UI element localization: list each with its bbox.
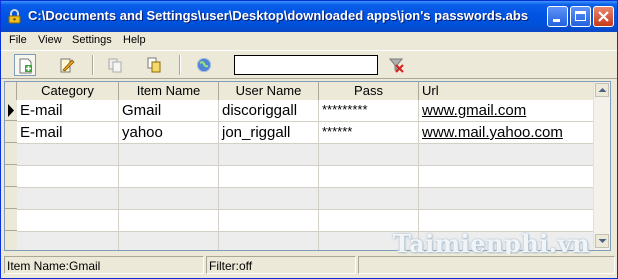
close-icon [598, 11, 609, 22]
table-header: Category Item Name User Name Pass Url [5, 82, 595, 101]
paste-icon [147, 57, 161, 73]
status-bar: Item Name:Gmail Filter:off [1, 254, 617, 278]
copy-icon [108, 58, 122, 73]
status-filter: Filter:off [206, 256, 356, 274]
row-header[interactable] [5, 188, 17, 209]
empty-cell[interactable] [119, 166, 219, 187]
cell-url-link[interactable]: www.gmail.com [419, 100, 595, 121]
menu-file[interactable]: File [9, 34, 27, 46]
empty-cell[interactable] [319, 166, 419, 187]
web-globe-icon [197, 58, 211, 72]
current-row-arrow-icon [8, 104, 14, 117]
cell-category[interactable]: E-mail [17, 122, 119, 143]
scroll-up-button[interactable] [595, 83, 609, 97]
menu-settings[interactable]: Settings [72, 34, 112, 46]
app-window: C:\Documents and Settings\user\Desktop\d… [0, 0, 618, 279]
search-input[interactable] [234, 55, 378, 75]
maximize-button[interactable] [570, 6, 591, 27]
title-bar[interactable]: C:\Documents and Settings\user\Desktop\d… [1, 1, 617, 32]
column-header-pass[interactable]: Pass [319, 82, 419, 100]
minimize-icon [553, 19, 560, 22]
cell-pass[interactable]: ****** [319, 122, 419, 143]
empty-cell[interactable] [119, 210, 219, 231]
row-header[interactable] [5, 210, 17, 231]
menu-help[interactable]: Help [123, 34, 146, 46]
cell-item-name[interactable]: Gmail [119, 100, 219, 121]
table-row[interactable]: E-mail yahoo jon_riggall ****** www.mail… [17, 122, 595, 144]
empty-cell[interactable] [119, 232, 219, 250]
empty-cell[interactable] [17, 144, 119, 165]
empty-cell[interactable] [17, 210, 119, 231]
password-table: Category Item Name User Name Pass Url E-… [4, 81, 611, 251]
status-item-name: Item Name:Gmail [4, 256, 204, 274]
add-record-icon [19, 58, 32, 74]
row-header[interactable] [5, 144, 17, 165]
paste-button[interactable] [143, 54, 165, 76]
arrow-down-icon [598, 239, 607, 243]
menu-view[interactable]: View [38, 34, 62, 46]
empty-cell[interactable] [319, 144, 419, 165]
edit-record-button[interactable] [56, 54, 78, 76]
menu-bar: File View Settings Help [1, 32, 617, 50]
empty-cell[interactable] [219, 144, 319, 165]
table-row[interactable]: E-mail Gmail discoriggall ********* www.… [17, 100, 595, 122]
empty-row[interactable] [17, 188, 595, 210]
toolbar-separator [179, 55, 181, 75]
vertical-scrollbar[interactable] [593, 82, 610, 250]
empty-cell[interactable] [17, 232, 119, 250]
cell-pass[interactable]: ********* [319, 100, 419, 121]
header-corner [5, 82, 17, 100]
empty-row[interactable] [17, 166, 595, 188]
edit-record-icon [60, 58, 75, 73]
column-header-user-name[interactable]: User Name [219, 82, 319, 100]
status-panel-empty [358, 256, 615, 274]
empty-cell[interactable] [17, 188, 119, 209]
column-header-item-name[interactable]: Item Name [119, 82, 219, 100]
row-header[interactable] [5, 166, 17, 187]
cell-item-name[interactable]: yahoo [119, 122, 219, 143]
empty-cell[interactable] [319, 210, 419, 231]
arrow-up-icon [598, 88, 607, 92]
cell-user-name[interactable]: jon_riggall [219, 122, 319, 143]
scroll-down-button[interactable] [595, 234, 609, 248]
window-title: C:\Documents and Settings\user\Desktop\d… [28, 8, 529, 23]
toolbar-separator [92, 55, 94, 75]
empty-cell[interactable] [319, 188, 419, 209]
empty-cell[interactable] [419, 144, 595, 165]
column-header-url[interactable]: Url [419, 82, 595, 100]
web-button[interactable] [193, 54, 215, 76]
clear-filter-button[interactable] [385, 54, 407, 76]
close-button[interactable] [593, 6, 614, 27]
empty-cell[interactable] [419, 210, 595, 231]
minimize-button[interactable] [547, 6, 568, 27]
empty-cell[interactable] [219, 210, 319, 231]
row-header[interactable] [5, 232, 17, 250]
clear-filter-icon [388, 58, 404, 73]
empty-cell[interactable] [219, 188, 319, 209]
empty-row[interactable] [17, 144, 595, 166]
add-record-button[interactable] [14, 54, 36, 76]
column-header-category[interactable]: Category [17, 82, 119, 100]
cell-user-name[interactable]: discoriggall [219, 100, 319, 121]
empty-cell[interactable] [219, 232, 319, 250]
cell-category[interactable]: E-mail [17, 100, 119, 121]
row-header[interactable] [5, 100, 17, 121]
maximize-icon [575, 11, 586, 21]
empty-cell[interactable] [119, 188, 219, 209]
empty-cell[interactable] [219, 166, 319, 187]
empty-cell[interactable] [419, 188, 595, 209]
lock-icon [8, 9, 21, 24]
copy-button[interactable] [104, 54, 126, 76]
empty-cell[interactable] [119, 144, 219, 165]
empty-cell[interactable] [419, 166, 595, 187]
row-header[interactable] [5, 122, 17, 143]
cell-url-link[interactable]: www.mail.yahoo.com [419, 122, 595, 143]
empty-cell[interactable] [17, 166, 119, 187]
